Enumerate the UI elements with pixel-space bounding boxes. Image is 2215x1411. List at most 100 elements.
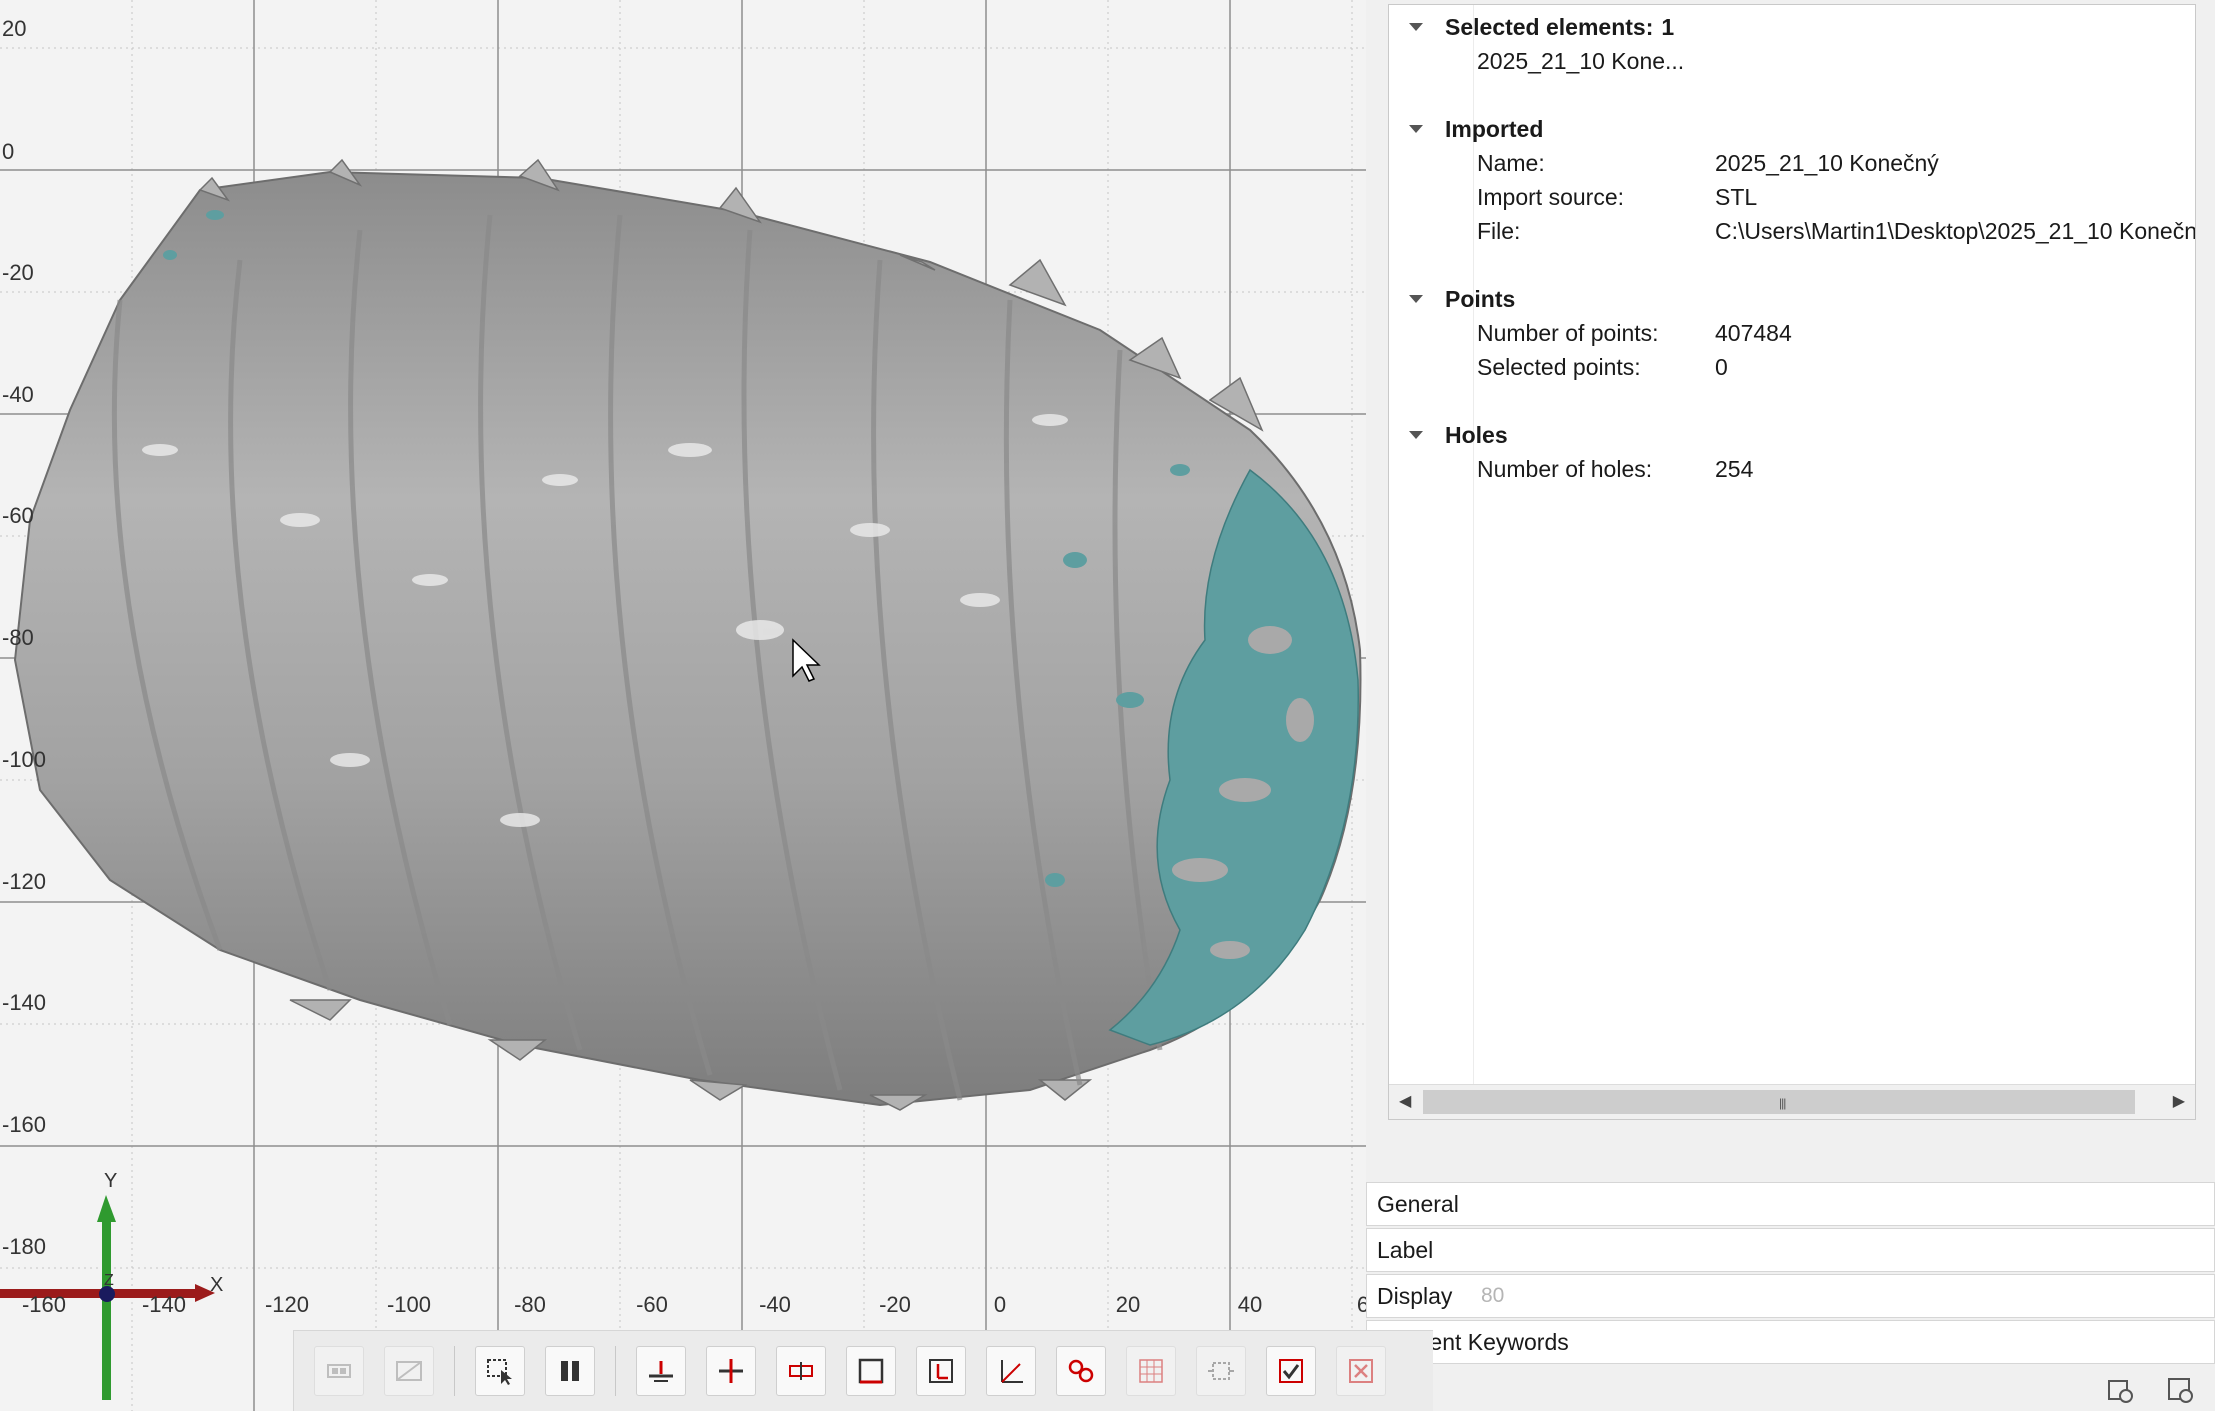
frame-button[interactable] [846, 1346, 896, 1396]
split-view-button[interactable] [545, 1346, 595, 1396]
grid-button[interactable] [1126, 1346, 1176, 1396]
zoom-fit-icon [1208, 1362, 1234, 1380]
property-key: Number of points: [1477, 319, 1659, 346]
y-axis-label: 20 [2, 16, 27, 41]
x-axis-label: -80 [514, 1292, 546, 1317]
panel-settings-icon[interactable] [2166, 1376, 2194, 1404]
section-label-label: Label [1377, 1236, 1434, 1263]
y-axis-label: -80 [2, 625, 34, 650]
section-display-label: Display [1377, 1282, 1453, 1309]
selected-elements-title: Selected elements: [1445, 13, 1654, 40]
section-element-keywords[interactable]: Element Keywords [1366, 1320, 2215, 1364]
property-row: Name: 2025_21_10 Konečný [1389, 146, 2195, 180]
selected-element-name: 2025_21_10 Kone... [1477, 47, 1685, 74]
x-axis-label: -140 [141, 1292, 187, 1317]
split-view-icon [561, 1361, 579, 1381]
property-row: Import source: STL [1389, 180, 2195, 214]
section-plane-icon [719, 1359, 743, 1383]
align-plane-icon [649, 1361, 673, 1382]
collapse-arrow-icon[interactable] [1409, 125, 1423, 133]
section-label[interactable]: Label [1366, 1228, 2215, 1272]
x-axis-label: 6 [1356, 1292, 1366, 1317]
bottom-toolbar [293, 1330, 1433, 1411]
y-axis-label: -160 [2, 1112, 47, 1137]
measure-distance-button[interactable] [776, 1346, 826, 1396]
x-axis-label: 0 [993, 1292, 1007, 1317]
frame-icon [858, 1358, 884, 1384]
settings-icon[interactable] [2106, 1376, 2134, 1404]
axis-triad-z-label: Z [104, 1272, 114, 1289]
horizontal-scrollbar[interactable]: ◀ ||| ▶ [1389, 1084, 2195, 1119]
close-icon [1349, 1359, 1373, 1383]
selected-element-item[interactable]: 2025_21_10 Kone... [1389, 44, 2195, 78]
3d-viewport[interactable]: Y X Z 20 0 -20 -40 -60 -80 -100 -120 -14… [0, 0, 1366, 1411]
property-value: C:\Users\Martin1\Desktop\2025_21_10 Kone… [1715, 217, 2196, 244]
x-axis-label: 20 [1115, 1292, 1141, 1317]
section-holes[interactable]: Holes [1389, 418, 1508, 452]
property-value: STL [1715, 183, 1758, 210]
hide-surface-button[interactable] [384, 1346, 434, 1396]
single-view-button[interactable] [314, 1346, 364, 1396]
select-region-button[interactable] [475, 1346, 525, 1396]
collapse-arrow-icon[interactable] [1409, 431, 1423, 439]
hide-surface-icon [396, 1361, 422, 1381]
status-bar [1366, 1368, 2215, 1411]
scroll-right-icon[interactable]: ▶ [2173, 1091, 2185, 1111]
measure-distance-icon [789, 1362, 813, 1380]
property-row: File: C:\Users\Martin1\Desktop\2025_21_1… [1389, 214, 2195, 248]
property-row: Number of holes: 254 [1389, 452, 2195, 486]
x-axis-label: -100 [386, 1292, 432, 1317]
check-icon [1279, 1359, 1303, 1383]
section-display[interactable]: Display 80 [1366, 1274, 2215, 1318]
y-axis-label: -180 [2, 1234, 47, 1259]
x-axis-label: -60 [636, 1292, 668, 1317]
property-value: 0 [1715, 353, 1728, 380]
3d-model[interactable] [13, 158, 1362, 1111]
link-points-button[interactable] [1056, 1346, 1106, 1396]
angle-measure-icon [1001, 1360, 1023, 1383]
property-value: 407484 [1715, 319, 1792, 346]
y-axis-label: -140 [2, 990, 47, 1015]
selected-elements-count: 1 [1661, 13, 1675, 40]
grip-icon: ||| [1779, 1096, 1786, 1110]
points-title: Points [1445, 285, 1516, 312]
properties-tree[interactable]: Selected elements: 1 2025_21_10 Kone... … [1388, 4, 2196, 1120]
align-plane-button[interactable] [636, 1346, 686, 1396]
single-view-icon [327, 1364, 351, 1378]
section-selected-elements[interactable]: Selected elements: 1 [1389, 10, 1674, 44]
angle-measure-button[interactable] [986, 1346, 1036, 1396]
fit-bounds-button[interactable] [916, 1346, 966, 1396]
property-key: Name: [1477, 149, 1545, 176]
check-button[interactable] [1266, 1346, 1316, 1396]
scroll-left-icon[interactable]: ◀ [1399, 1091, 1411, 1111]
property-key: Number of holes: [1477, 455, 1653, 482]
grid-icon [1139, 1359, 1163, 1383]
property-row: Number of points: 407484 [1389, 316, 2195, 350]
property-value: 254 [1715, 455, 1754, 482]
collapse-arrow-icon[interactable] [1409, 23, 1423, 31]
close-button[interactable] [1336, 1346, 1386, 1396]
collapse-arrow-icon[interactable] [1409, 295, 1423, 303]
fit-bounds-icon [929, 1359, 953, 1383]
zoom-fit-button[interactable] [1196, 1346, 1246, 1396]
scrollbar-thumb[interactable]: ||| [1423, 1090, 2135, 1114]
section-imported[interactable]: Imported [1389, 112, 1543, 146]
section-points[interactable]: Points [1389, 282, 1515, 316]
select-region-icon [487, 1359, 512, 1385]
y-axis-label: -120 [2, 869, 47, 894]
toolbar-separator [615, 1346, 616, 1396]
faded-axis-label: 80 [1481, 1284, 1505, 1307]
x-axis-label: -160 [21, 1292, 67, 1317]
x-axis-label: 40 [1237, 1292, 1263, 1317]
x-axis-label: -40 [759, 1292, 791, 1317]
section-general-label: General [1377, 1190, 1459, 1217]
viewport-canvas[interactable] [0, 0, 1366, 1411]
property-key: Import source: [1477, 183, 1624, 210]
property-value: 2025_21_10 Konečný [1715, 149, 1939, 176]
y-axis-label: -60 [2, 503, 34, 528]
y-axis-label: -20 [2, 260, 34, 285]
y-axis-label: -40 [2, 382, 34, 407]
imported-title: Imported [1445, 115, 1544, 142]
section-general[interactable]: General [1366, 1182, 2215, 1226]
section-plane-button[interactable] [706, 1346, 756, 1396]
